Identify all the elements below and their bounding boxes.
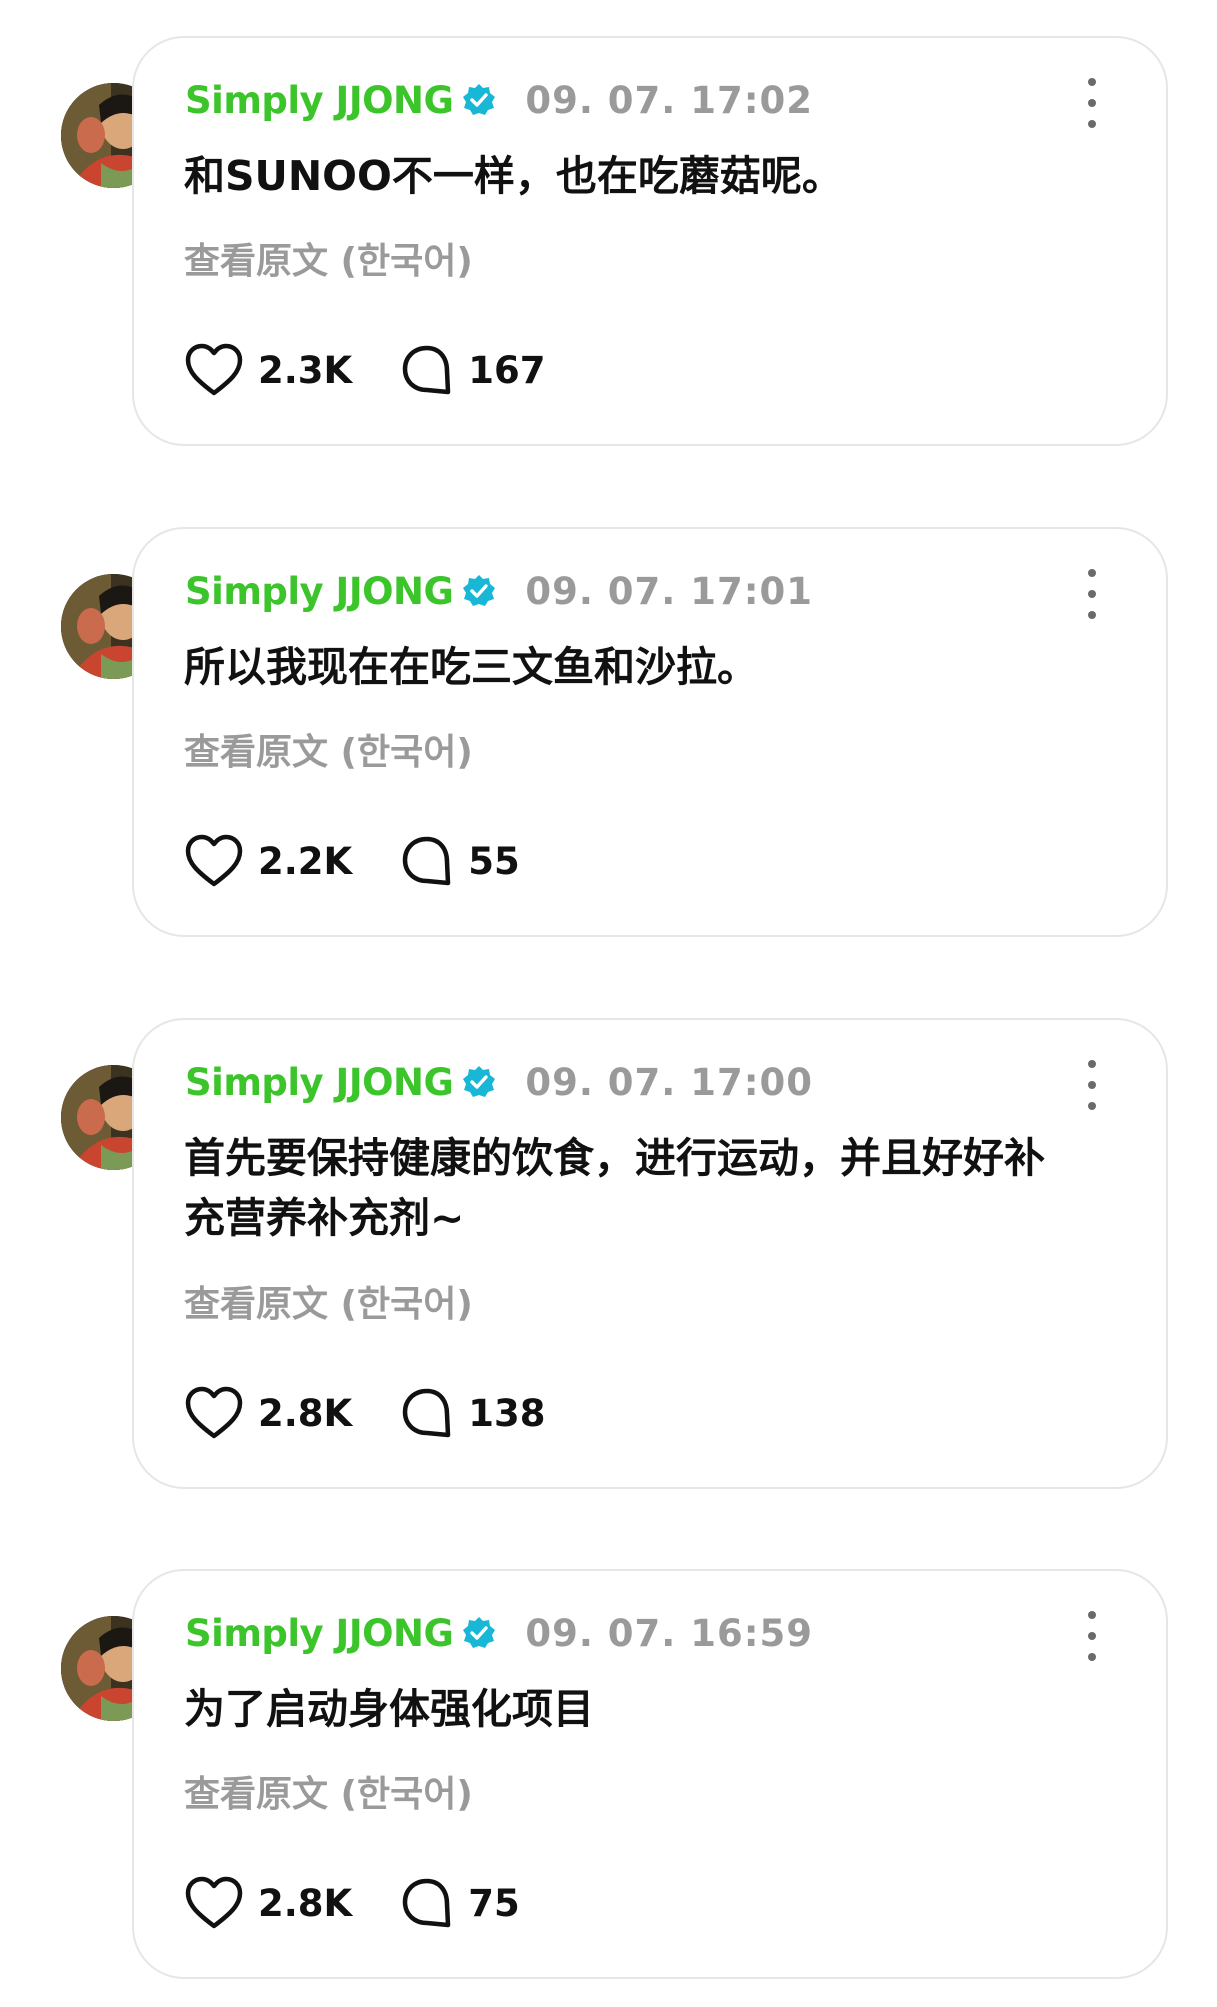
post-feed: Simply JJONG 09. 07. 17:02 和SUNOO不一样，也在吃… <box>0 0 1217 2007</box>
verified-badge-icon <box>461 82 497 118</box>
comment-bubble-icon <box>402 1878 451 1928</box>
comment-button[interactable]: 138 <box>400 1386 545 1440</box>
like-count: 2.2K <box>258 839 353 883</box>
author-name[interactable]: Simply JJONG <box>185 570 454 613</box>
comment-count: 75 <box>468 1881 520 1925</box>
heart-icon <box>185 1876 243 1929</box>
like-count: 2.3K <box>258 348 353 392</box>
post-stats: 2.8K 75 <box>184 1873 520 1933</box>
post-card[interactable]: Simply JJONG 09. 07. 16:59 为了启动身体强化项目 查看… <box>132 1569 1168 1979</box>
more-vertical-icon[interactable] <box>1072 1060 1112 1110</box>
post-stats: 2.3K 167 <box>184 340 545 400</box>
post-item: Simply JJONG 09. 07. 17:00 首先要保持健康的饮食，进行… <box>0 1018 1217 1489</box>
view-original-link[interactable]: 查看原文 (한국어) <box>184 1275 473 1327</box>
more-vertical-icon[interactable] <box>1072 1611 1112 1661</box>
comment-bubble-icon <box>402 345 451 395</box>
post-card[interactable]: Simply JJONG 09. 07. 17:02 和SUNOO不一样，也在吃… <box>132 36 1168 446</box>
post-timestamp: 09. 07. 17:00 <box>525 1060 814 1104</box>
post-content: 所以我现在在吃三文鱼和沙拉。 <box>184 643 758 691</box>
view-original-link[interactable]: 查看原文 (한국어) <box>184 1765 473 1817</box>
like-button[interactable]: 2.8K <box>184 1875 352 1931</box>
comment-button[interactable]: 55 <box>400 834 520 888</box>
post-item: Simply JJONG 09. 07. 17:02 和SUNOO不一样，也在吃… <box>0 36 1217 446</box>
like-count: 2.8K <box>258 1391 353 1435</box>
post-header: Simply JJONG 09. 07. 17:02 <box>185 72 813 128</box>
view-original-link[interactable]: 查看原文 (한국어) <box>184 232 473 284</box>
verified-badge-icon <box>461 1615 497 1651</box>
view-original-link[interactable]: 查看原文 (한국어) <box>184 723 473 775</box>
comment-bubble-icon <box>402 836 451 886</box>
like-button[interactable]: 2.8K <box>184 1385 352 1441</box>
comment-bubble-icon <box>402 1388 451 1438</box>
comment-count: 138 <box>468 1391 546 1435</box>
heart-icon <box>185 343 243 396</box>
more-vertical-icon[interactable] <box>1072 78 1112 128</box>
post-header: Simply JJONG 09. 07. 17:01 <box>185 563 813 619</box>
post-stats: 2.2K 55 <box>184 831 520 891</box>
post-content: 为了启动身体强化项目 <box>184 1685 594 1733</box>
post-content: 首先要保持健康的饮食，进行运动，并且好好补充营养补充剂~ <box>184 1134 1045 1242</box>
verified-badge-icon <box>461 1064 497 1100</box>
author-name[interactable]: Simply JJONG <box>185 1612 454 1655</box>
author-name[interactable]: Simply JJONG <box>185 1061 454 1104</box>
comment-button[interactable]: 167 <box>400 343 545 397</box>
verified-badge-icon <box>461 573 497 609</box>
post-card[interactable]: Simply JJONG 09. 07. 17:00 首先要保持健康的饮食，进行… <box>132 1018 1168 1489</box>
comment-count: 55 <box>468 839 520 883</box>
post-timestamp: 09. 07. 16:59 <box>525 1611 814 1655</box>
post-content: 和SUNOO不一样，也在吃蘑菇呢。 <box>184 152 843 200</box>
post-timestamp: 09. 07. 17:02 <box>525 78 814 122</box>
like-button[interactable]: 2.2K <box>184 833 352 889</box>
heart-icon <box>185 834 243 887</box>
post-card[interactable]: Simply JJONG 09. 07. 17:01 所以我现在在吃三文鱼和沙拉… <box>132 527 1168 937</box>
like-button[interactable]: 2.3K <box>184 342 352 398</box>
post-item: Simply JJONG 09. 07. 17:01 所以我现在在吃三文鱼和沙拉… <box>0 527 1217 937</box>
more-vertical-icon[interactable] <box>1072 569 1112 619</box>
comment-button[interactable]: 75 <box>400 1876 520 1930</box>
post-timestamp: 09. 07. 17:01 <box>525 569 814 613</box>
like-count: 2.8K <box>258 1881 353 1925</box>
post-stats: 2.8K 138 <box>184 1383 545 1443</box>
post-item: Simply JJONG 09. 07. 16:59 为了启动身体强化项目 查看… <box>0 1569 1217 1979</box>
post-header: Simply JJONG 09. 07. 17:00 <box>185 1054 813 1110</box>
author-name[interactable]: Simply JJONG <box>185 79 454 122</box>
heart-icon <box>185 1386 243 1439</box>
post-header: Simply JJONG 09. 07. 16:59 <box>185 1605 813 1661</box>
comment-count: 167 <box>468 348 546 392</box>
